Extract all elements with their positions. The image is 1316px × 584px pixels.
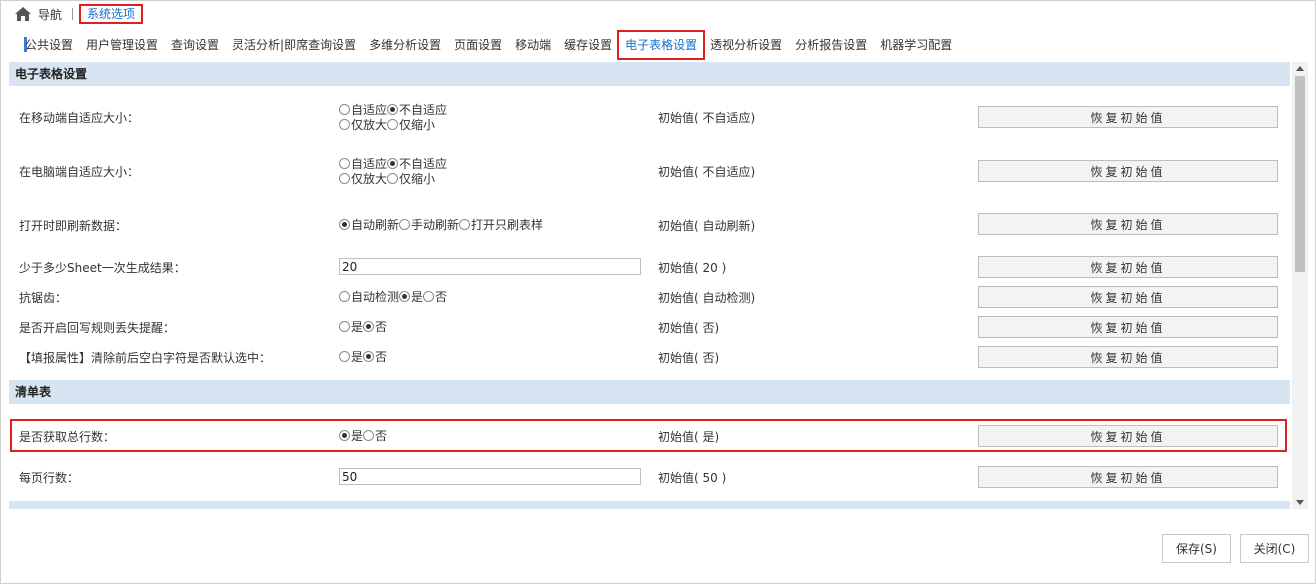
close-button[interactable]: 关闭(C): [1240, 534, 1309, 563]
vertical-scrollbar[interactable]: [1292, 62, 1308, 509]
initial-value: 初始值( 否): [658, 351, 720, 365]
tab-query-settings[interactable]: 查询设置: [171, 34, 219, 56]
rows-per-page-input[interactable]: [339, 468, 641, 485]
reset-button[interactable]: 恢复初始值: [978, 286, 1278, 308]
radio-group: 是 否: [339, 349, 387, 364]
setting-label: 打开时即刷新数据：: [19, 219, 128, 233]
tab-pivot-analysis[interactable]: 透视分析设置: [710, 34, 782, 56]
reset-button[interactable]: 恢复初始值: [978, 316, 1278, 338]
radio-group: 自适应 不自适应 仅放大 仅缩小: [339, 102, 447, 132]
initial-value: 初始值( 不自适应): [658, 165, 756, 179]
radio-group: 自动刷新 手动刷新 打开只刷表样: [339, 217, 543, 232]
tab-spreadsheet-settings[interactable]: 电子表格设置: [617, 30, 706, 60]
reset-button[interactable]: 恢复初始值: [978, 160, 1278, 182]
radio-yes[interactable]: [339, 351, 350, 362]
section-header-list: 清单表: [9, 380, 1290, 404]
radio-adaptive[interactable]: [339, 104, 350, 115]
radio-refresh-template-only[interactable]: [459, 219, 471, 230]
reset-button[interactable]: 恢复初始值: [978, 213, 1278, 235]
radio-label: 否: [375, 350, 388, 364]
initial-value: 初始值( 自动刷新): [658, 219, 756, 233]
initial-value: 初始值( 自动检测): [658, 291, 756, 305]
reset-button[interactable]: 恢复初始值: [978, 346, 1278, 368]
setting-label: 是否开启回写规则丢失提醒：: [19, 321, 176, 335]
settings-tabs: 公共设置 用户管理设置 查询设置 灵活分析|即席查询设置 多维分析设置 页面设置…: [25, 30, 965, 60]
radio-shrink-only[interactable]: [387, 173, 399, 184]
initial-value: 初始值( 50 ): [658, 471, 727, 485]
breadcrumb-current[interactable]: 系统选项: [79, 4, 144, 24]
radio-label: 自动检测: [351, 290, 400, 304]
radio-no[interactable]: [363, 321, 375, 332]
scrollbar-thumb[interactable]: [1295, 76, 1305, 272]
tab-multidim-analysis[interactable]: 多维分析设置: [369, 34, 441, 56]
tab-public-settings[interactable]: 公共设置: [25, 34, 73, 56]
radio-label: 是: [411, 290, 424, 304]
home-icon[interactable]: [14, 6, 32, 22]
radio-label: 自动刷新: [351, 218, 400, 232]
radio-label: 是: [351, 320, 364, 334]
radio-label: 否: [375, 320, 388, 334]
radio-not-adaptive[interactable]: [387, 158, 399, 169]
radio-label: 打开只刷表样: [471, 218, 544, 232]
breadcrumb-nav[interactable]: 导航: [38, 6, 62, 23]
save-button[interactable]: 保存(S): [1162, 534, 1231, 563]
radio-group: 自适应 不自适应 仅放大 仅缩小: [339, 156, 447, 186]
scroll-up-icon[interactable]: [1296, 66, 1304, 71]
radio-shrink-only[interactable]: [387, 119, 399, 130]
tab-page-settings[interactable]: 页面设置: [454, 34, 502, 56]
reset-button[interactable]: 恢复初始值: [978, 106, 1278, 128]
radio-auto-refresh[interactable]: [339, 219, 350, 230]
tab-cache-settings[interactable]: 缓存设置: [564, 34, 612, 56]
breadcrumb-separator: [72, 8, 74, 20]
radio-label: 否: [435, 290, 448, 304]
scroll-down-icon[interactable]: [1296, 500, 1304, 505]
radio-adaptive[interactable]: [339, 158, 350, 169]
breadcrumb: 导航 系统选项: [14, 4, 144, 24]
setting-label: 在电脑端自适应大小：: [19, 165, 140, 179]
radio-group: 自动检测 是 否: [339, 289, 447, 304]
setting-label: 在移动端自适应大小：: [19, 111, 140, 125]
initial-value: 初始值( 否): [658, 321, 720, 335]
radio-manual-refresh[interactable]: [399, 219, 411, 230]
radio-yes[interactable]: [339, 321, 350, 332]
radio-label: 仅放大: [351, 172, 388, 186]
radio-enlarge-only[interactable]: [339, 119, 350, 130]
radio-label: 仅放大: [351, 118, 388, 132]
tab-user-management[interactable]: 用户管理设置: [86, 34, 158, 56]
tab-machine-learning[interactable]: 机器学习配置: [880, 34, 952, 56]
section-header-spreadsheet: 电子表格设置: [9, 62, 1290, 86]
tab-mobile[interactable]: 移动端: [515, 34, 551, 56]
setting-label: 抗锯齿：: [19, 291, 68, 305]
radio-no[interactable]: [363, 351, 375, 362]
radio-not-adaptive[interactable]: [387, 104, 399, 115]
radio-group: 是 否: [339, 319, 387, 334]
radio-label: 仅缩小: [399, 172, 436, 186]
radio-label: 手动刷新: [411, 218, 460, 232]
section-header-partial: [9, 501, 1290, 509]
setting-label: 【填报属性】清除前后空白字符是否默认选中：: [19, 351, 272, 365]
radio-no[interactable]: [423, 291, 435, 302]
setting-label: 少于多少Sheet一次生成结果：: [19, 261, 186, 275]
tab-flexible-analysis[interactable]: 灵活分析|即席查询设置: [232, 34, 356, 56]
initial-value: 初始值( 20 ): [658, 261, 727, 275]
sheet-count-input[interactable]: [339, 258, 641, 275]
highlight-box: [10, 419, 1287, 452]
radio-enlarge-only[interactable]: [339, 173, 350, 184]
radio-label: 仅缩小: [399, 118, 436, 132]
setting-label: 每页行数：: [19, 471, 80, 485]
radio-label: 是: [351, 350, 364, 364]
reset-button[interactable]: 恢复初始值: [978, 256, 1278, 278]
radio-auto-detect[interactable]: [339, 291, 350, 302]
tab-analysis-report[interactable]: 分析报告设置: [795, 34, 867, 56]
radio-yes[interactable]: [399, 291, 411, 302]
reset-button[interactable]: 恢复初始值: [978, 466, 1278, 488]
initial-value: 初始值( 不自适应): [658, 111, 756, 125]
